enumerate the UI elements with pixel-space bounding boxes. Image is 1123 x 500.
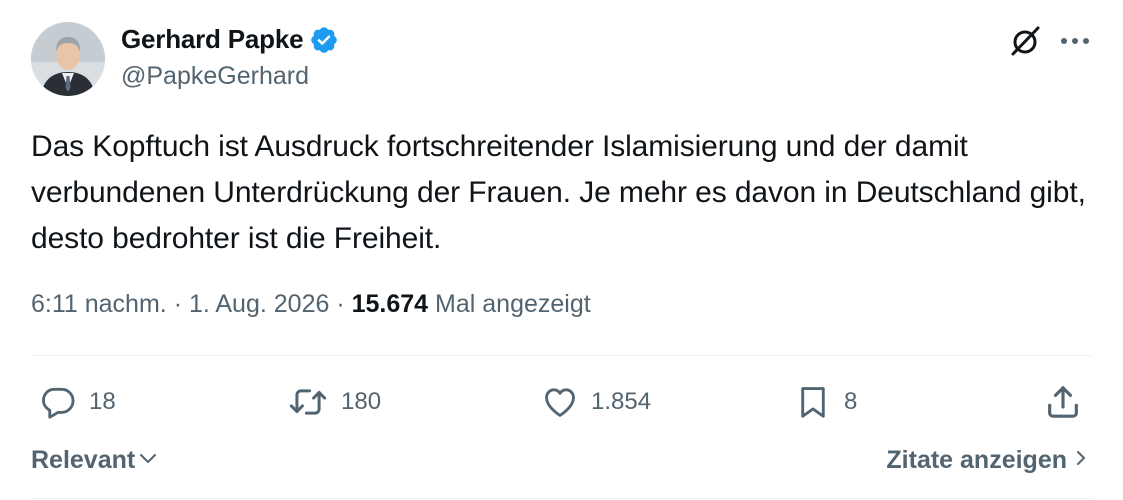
sort-label: Relevant [31,446,136,474]
verified-badge-icon[interactable] [309,25,339,55]
sort-dropdown[interactable]: Relevant [31,446,158,475]
tweet-date[interactable]: 1. Aug. 2026 [189,290,329,318]
meta-separator: · [173,290,183,318]
chevron-down-icon [138,446,158,475]
bookmark-icon [794,383,832,421]
meta-separator: · [336,290,345,318]
repost-icon [287,383,329,421]
share-button[interactable] [1043,380,1083,424]
bookmark-button[interactable]: 8 [794,380,857,424]
divider [31,498,1093,499]
quotes-label: Zitate anzeigen [886,446,1067,474]
share-icon [1043,382,1083,422]
tweet-time[interactable]: 6:11 nachm. [31,290,167,318]
author-handle[interactable]: @PapkeGerhard [121,62,309,91]
chevron-right-icon [1073,446,1089,475]
more-icon[interactable] [1056,22,1094,60]
avatar-photo [31,22,105,96]
repost-count: 180 [341,388,382,415]
grok-icon[interactable] [1006,22,1044,60]
reply-button[interactable]: 18 [39,380,116,424]
avatar[interactable] [31,22,105,96]
reply-count: 18 [89,388,116,415]
views-label: Mal angezeigt [435,290,591,318]
like-icon [541,383,579,421]
view-quotes-link[interactable]: Zitate anzeigen [886,446,1089,475]
reply-icon [39,383,77,421]
tweet-meta: 6:11 nachm. · 1. Aug. 2026 · 15.674 Mal … [31,290,591,319]
author-name-row: Gerhard Papke [121,24,339,55]
like-button[interactable]: 1.854 [541,380,651,424]
action-bar: 18 180 1.854 8 [31,380,1093,424]
view-count: 15.674 [351,290,429,318]
bookmark-count: 8 [844,388,858,415]
like-count: 1.854 [591,388,652,415]
author-display-name[interactable]: Gerhard Papke [121,24,304,55]
divider [31,355,1093,356]
repost-button[interactable]: 180 [287,380,381,424]
tweet-text: Das Kopftuch ist Ausdruck fortschreitend… [31,130,1086,255]
